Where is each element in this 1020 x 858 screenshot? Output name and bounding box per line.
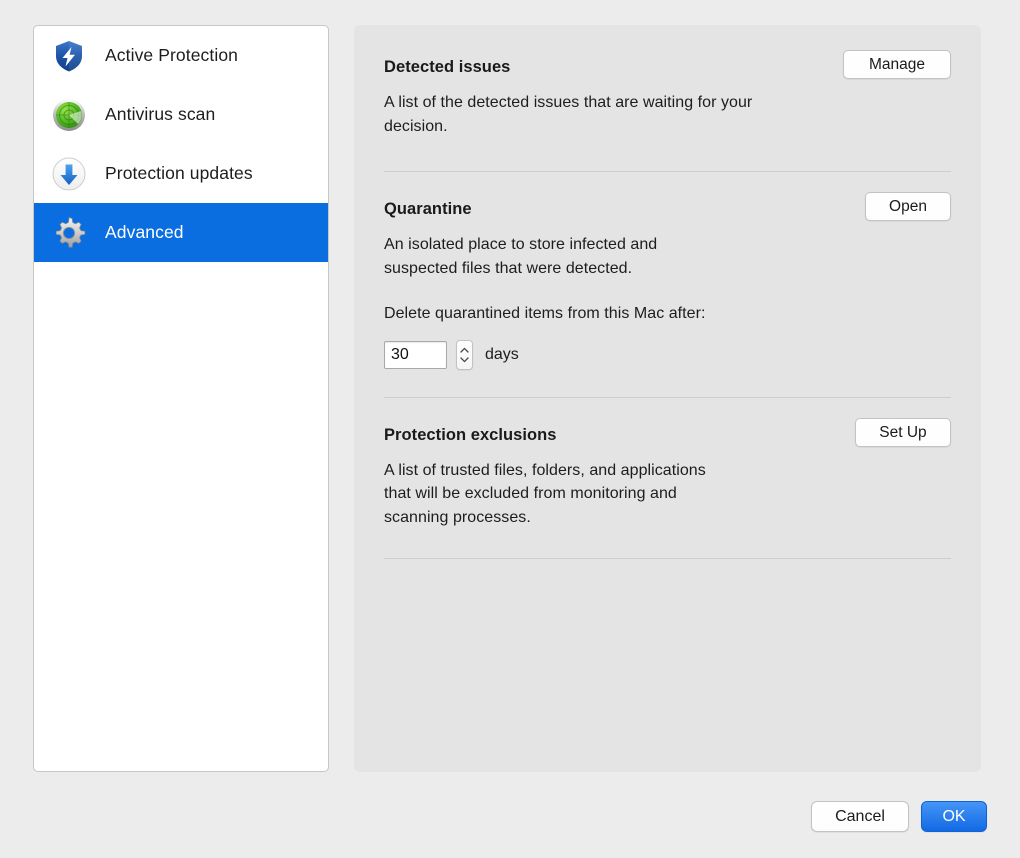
section-title: Detected issues (384, 58, 511, 76)
preferences-window: Active Protection Antivirus scan Protect… (0, 0, 1020, 858)
section-header: Quarantine Open (384, 192, 951, 221)
shield-bolt-icon (49, 36, 89, 76)
manage-button[interactable]: Manage (843, 50, 951, 79)
section-quarantine: Quarantine Open An isolated place to sto… (354, 172, 981, 370)
quarantine-days-input[interactable] (384, 340, 447, 369)
sidebar-item-advanced[interactable]: Advanced (34, 203, 328, 262)
set-up-button[interactable]: Set Up (855, 417, 951, 447)
radar-scan-icon (49, 95, 89, 135)
section-title: Protection exclusions (384, 425, 557, 444)
section-description: An isolated place to store infected and … (384, 236, 658, 277)
sidebar-item-label: Protection updates (105, 163, 253, 183)
content-panel: Detected issues Manage A list of the det… (354, 25, 981, 772)
section-header: Protection exclusions Set Up (384, 417, 951, 447)
sidebar: Active Protection Antivirus scan Protect… (33, 25, 329, 772)
days-unit-label: days (485, 345, 519, 363)
cancel-button[interactable]: Cancel (811, 801, 909, 832)
section-divider (384, 558, 951, 559)
chevron-up-icon (460, 347, 469, 353)
section-description: A list of trusted files, folders, and ap… (384, 461, 706, 526)
sidebar-item-label: Antivirus scan (105, 104, 216, 124)
section-header: Detected issues Manage (384, 50, 951, 79)
chevron-down-icon (460, 356, 469, 362)
section-title: Quarantine (384, 200, 472, 218)
section-detected-issues: Detected issues Manage A list of the det… (354, 25, 981, 138)
sidebar-item-active-protection[interactable]: Active Protection (34, 26, 328, 85)
section-protection-exclusions: Protection exclusions Set Up A list of t… (354, 398, 981, 530)
sidebar-item-label: Active Protection (105, 45, 239, 65)
quarantine-retention-row: days (384, 339, 951, 370)
download-arrow-icon (49, 154, 89, 194)
dialog-footer: Cancel OK (811, 801, 987, 832)
quarantine-days-stepper[interactable] (456, 339, 473, 370)
sidebar-item-protection-updates[interactable]: Protection updates (34, 144, 328, 203)
quarantine-retention-label: Delete quarantined items from this Mac a… (384, 305, 706, 322)
sidebar-item-label: Advanced (105, 222, 184, 242)
ok-button[interactable]: OK (921, 801, 987, 832)
gear-icon (49, 213, 89, 253)
open-button[interactable]: Open (865, 192, 951, 221)
sidebar-item-antivirus-scan[interactable]: Antivirus scan (34, 85, 328, 144)
sidebar-list: Active Protection Antivirus scan Protect… (34, 26, 328, 262)
section-description: A list of the detected issues that are w… (384, 94, 753, 135)
